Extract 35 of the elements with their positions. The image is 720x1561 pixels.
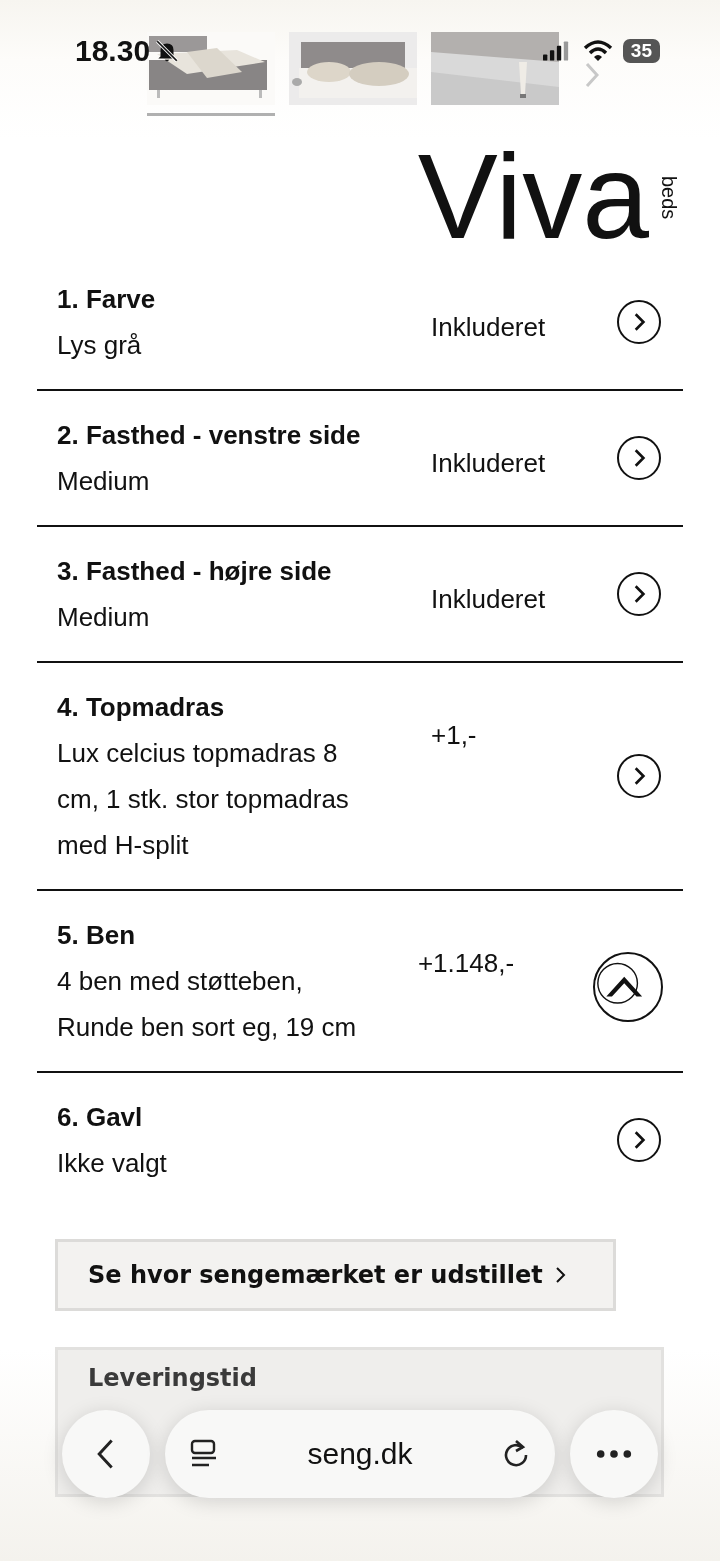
expand-button[interactable] (617, 300, 661, 344)
option-value: Ikke valgt (57, 1147, 168, 1180)
url-text: seng.dk (306, 1437, 414, 1471)
option-price: Inkluderet (431, 584, 546, 614)
page-menu-icon[interactable] (189, 1439, 219, 1469)
expand-button[interactable] (617, 572, 661, 616)
option-title: 6. Gavl (57, 1101, 144, 1134)
signal-icon (542, 41, 569, 61)
option-title: 2. Fasthed - venstre side (57, 419, 362, 452)
address-bar[interactable]: seng.dk (165, 1410, 555, 1498)
more-icon (595, 1449, 633, 1459)
option-title: 1. Farve (57, 283, 157, 316)
bell-off-icon (154, 38, 181, 64)
option-price: Inkluderet (431, 448, 546, 478)
option-title: 4. Topmadras (57, 691, 226, 724)
expand-button[interactable] (617, 1118, 661, 1162)
option-value: Medium (57, 465, 151, 498)
option-price: +1.148,- (417, 948, 515, 978)
option-price: Inkluderet (431, 312, 546, 342)
status-time: 18.30 (75, 34, 151, 68)
option-value: Medium (57, 601, 151, 634)
delivery-title: Leveringstid (88, 1364, 258, 1392)
option-value: Lys grå (57, 329, 143, 362)
option-title: 5. Ben (57, 919, 137, 952)
wifi-icon (582, 40, 613, 62)
option-value: 4 ben med støtteben, Runde ben sort eg, 19 cm (57, 965, 358, 1044)
expand-button[interactable] (617, 754, 661, 798)
expand-button[interactable] (617, 436, 661, 480)
option-price: +1,- (431, 720, 477, 750)
option-title: 3. Fasthed - højre side (57, 555, 333, 588)
option-value: Lux celcius topmadras 8 cm, 1 stk. stor topmadras med H-split (57, 737, 350, 862)
brand-logo: Viva beds (417, 136, 680, 256)
battery-indicator: 35 (622, 39, 660, 63)
showroom-link-button[interactable]: Se hvor sengemærket er udstillet (55, 1239, 616, 1311)
chevron-right-icon (554, 1265, 567, 1285)
